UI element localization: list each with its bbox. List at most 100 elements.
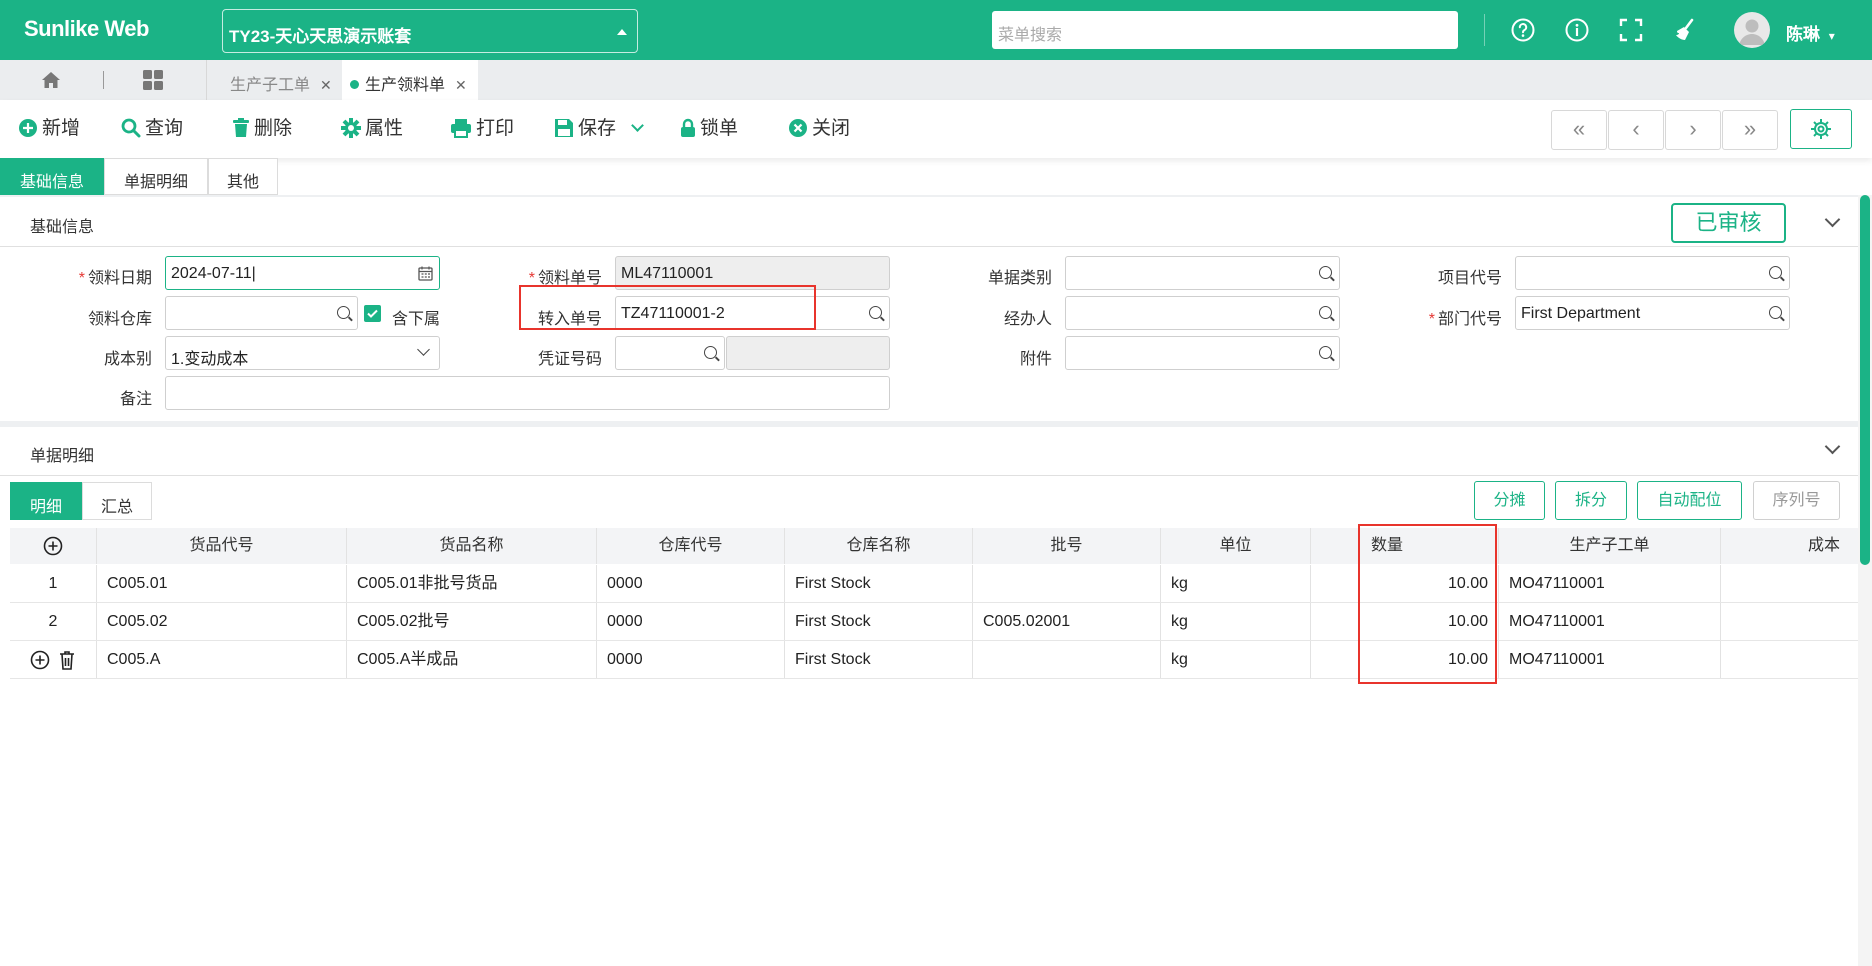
dept-code-field[interactable]: First Department: [1515, 296, 1790, 330]
last-record-button[interactable]: »: [1722, 110, 1778, 150]
project-code-field[interactable]: [1515, 256, 1790, 290]
tab-detail-lines[interactable]: 明细: [10, 482, 82, 520]
lock-button[interactable]: 锁单: [680, 116, 738, 142]
next-record-button[interactable]: ›: [1665, 110, 1721, 150]
cost-type-select[interactable]: 1.变动成本: [165, 336, 440, 370]
cell-warehouse-code[interactable]: 0000: [597, 641, 785, 678]
search-icon[interactable]: [1319, 346, 1332, 359]
column-header[interactable]: 仓库名称: [785, 528, 973, 564]
prev-record-button[interactable]: ‹: [1608, 110, 1664, 150]
warehouse-field[interactable]: [165, 296, 358, 330]
chevron-down-icon[interactable]: [631, 119, 645, 132]
column-header[interactable]: 仓库代号: [597, 528, 785, 564]
grid-apps-icon[interactable]: [142, 69, 164, 91]
cell-cost[interactable]: [1721, 565, 1858, 602]
cell-cost[interactable]: [1721, 641, 1858, 678]
column-header[interactable]: 批号: [973, 528, 1161, 564]
tab-summary[interactable]: 汇总: [82, 482, 152, 520]
column-header[interactable]: 单位: [1161, 528, 1311, 564]
column-header[interactable]: 成本: [1721, 528, 1858, 564]
user-menu[interactable]: 陈琳 ▾: [1786, 20, 1835, 45]
include-sub-checkbox[interactable]: [364, 305, 381, 322]
table-row[interactable]: C005.A C005.A半成品 0000 First Stock kg 10.…: [10, 641, 1858, 679]
trash-icon[interactable]: [58, 650, 76, 670]
properties-button[interactable]: 属性: [341, 116, 403, 142]
scrollbar-thumb[interactable]: [1860, 195, 1870, 565]
cell-item-name[interactable]: C005.01非批号货品: [347, 565, 597, 602]
cell-item-name[interactable]: C005.A半成品: [347, 641, 597, 678]
search-icon[interactable]: [1319, 266, 1332, 279]
scrollbar[interactable]: [1858, 195, 1872, 966]
search-icon[interactable]: [1319, 306, 1332, 319]
chevron-down-icon[interactable]: [1824, 211, 1841, 228]
close-button[interactable]: 关闭: [788, 116, 850, 142]
cell-sub-order[interactable]: MO47110001: [1499, 641, 1721, 678]
cell-batch[interactable]: [973, 565, 1161, 602]
cell-unit[interactable]: kg: [1161, 603, 1311, 640]
handler-field[interactable]: [1065, 296, 1340, 330]
menu-search-input[interactable]: 菜单搜索: [992, 11, 1458, 49]
search-icon[interactable]: [869, 306, 882, 319]
cell-warehouse-name[interactable]: First Stock: [785, 603, 973, 640]
cell-batch[interactable]: C005.02001: [973, 603, 1161, 640]
table-row[interactable]: 1 C005.01 C005.01非批号货品 0000 First Stock …: [10, 565, 1858, 603]
account-selector[interactable]: TY23-天心天思演示账套: [222, 9, 638, 53]
tab-material-requisition[interactable]: 生产领料单 ✕: [342, 60, 478, 100]
tab-detail[interactable]: 单据明细: [104, 158, 208, 195]
cell-unit[interactable]: kg: [1161, 641, 1311, 678]
save-button[interactable]: 保存: [554, 116, 645, 142]
tab-production-sub-order[interactable]: 生产子工单 ✕: [212, 60, 342, 100]
cell-item-code[interactable]: C005.A: [97, 641, 347, 678]
tab-other[interactable]: 其他: [208, 158, 278, 195]
search-icon[interactable]: [1769, 306, 1782, 319]
cell-warehouse-name[interactable]: First Stock: [785, 641, 973, 678]
table-row[interactable]: 2 C005.02 C005.02批号 0000 First Stock C00…: [10, 603, 1858, 641]
fullscreen-icon[interactable]: [1618, 17, 1644, 43]
settings-button[interactable]: [1790, 109, 1852, 149]
cell-warehouse-code[interactable]: 0000: [597, 565, 785, 602]
first-record-button[interactable]: «: [1551, 110, 1607, 150]
cell-item-name[interactable]: C005.02批号: [347, 603, 597, 640]
home-icon[interactable]: [40, 69, 62, 91]
cell-item-code[interactable]: C005.01: [97, 565, 347, 602]
cell-unit[interactable]: kg: [1161, 565, 1311, 602]
new-button[interactable]: 新增: [18, 116, 80, 142]
column-header[interactable]: 生产子工单: [1499, 528, 1721, 564]
remark-field[interactable]: [165, 376, 890, 410]
allocate-button[interactable]: 分摊: [1474, 481, 1545, 520]
cell-batch[interactable]: [973, 641, 1161, 678]
voucher-no-field[interactable]: [615, 336, 725, 370]
cell-sub-order[interactable]: MO47110001: [1499, 565, 1721, 602]
search-icon[interactable]: [704, 346, 717, 359]
avatar[interactable]: [1734, 12, 1770, 48]
help-icon[interactable]: [1510, 17, 1536, 43]
cell-warehouse-name[interactable]: First Stock: [785, 565, 973, 602]
info-icon[interactable]: [1564, 17, 1590, 43]
cell-warehouse-code[interactable]: 0000: [597, 603, 785, 640]
attachment-field[interactable]: [1065, 336, 1340, 370]
cell-sub-order[interactable]: MO47110001: [1499, 603, 1721, 640]
calendar-icon[interactable]: [418, 266, 433, 281]
search-icon[interactable]: [337, 306, 350, 319]
doc-type-field[interactable]: [1065, 256, 1340, 290]
query-button[interactable]: 查询: [121, 116, 183, 142]
column-header[interactable]: 货品名称: [347, 528, 597, 564]
column-header[interactable]: 货品代号: [97, 528, 347, 564]
chevron-down-icon[interactable]: [1824, 438, 1841, 455]
close-icon[interactable]: ✕: [455, 77, 467, 93]
close-icon[interactable]: ✕: [320, 77, 332, 93]
issue-date-field[interactable]: 2024-07-11|: [165, 256, 440, 290]
add-row-header[interactable]: [10, 528, 97, 564]
print-button[interactable]: 打印: [450, 116, 514, 142]
tab-basic-info[interactable]: 基础信息: [0, 158, 104, 195]
cell-cost[interactable]: [1721, 603, 1858, 640]
delete-button[interactable]: 删除: [232, 116, 292, 142]
serial-number-button[interactable]: 序列号: [1753, 481, 1840, 520]
split-button[interactable]: 拆分: [1555, 481, 1627, 520]
search-icon[interactable]: [1769, 266, 1782, 279]
cell-item-code[interactable]: C005.02: [97, 603, 347, 640]
plus-circle-icon[interactable]: [30, 650, 50, 670]
clean-icon[interactable]: [1672, 17, 1698, 43]
tab-label: 生产子工单: [230, 77, 311, 94]
auto-allocate-button[interactable]: 自动配位: [1637, 481, 1742, 520]
